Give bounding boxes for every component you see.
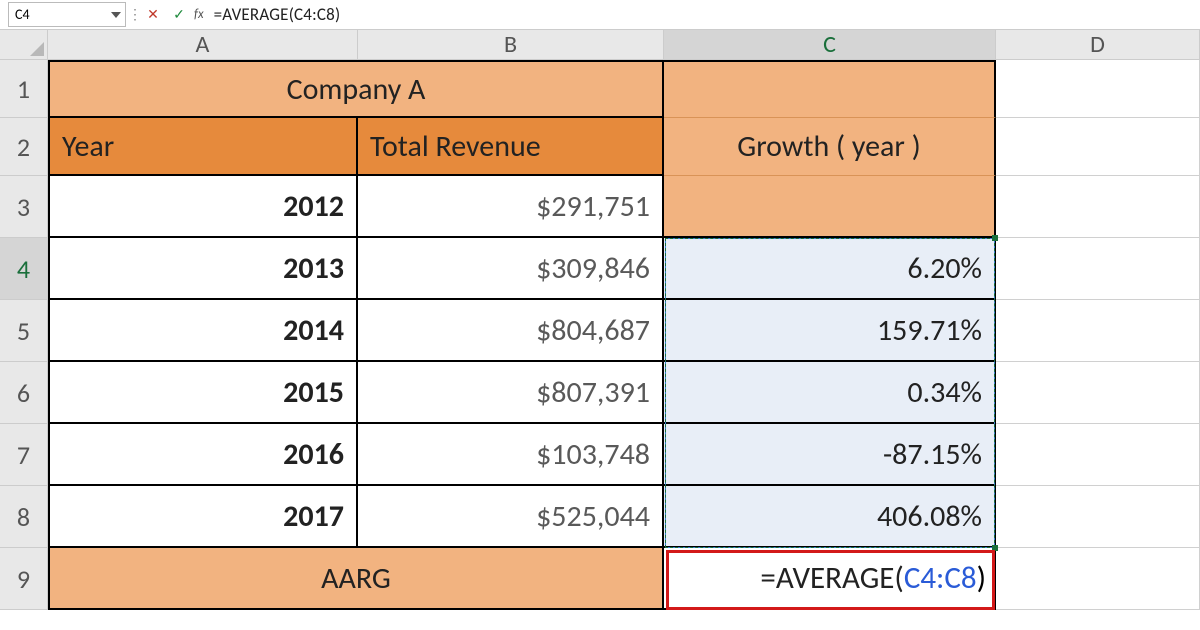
cell-c7[interactable]: -87.15% <box>664 424 996 486</box>
check-icon: ✓ <box>173 6 185 23</box>
cell-c8[interactable]: 406.08% <box>664 486 996 548</box>
cell-b6[interactable]: $807,391 <box>358 362 664 424</box>
cell-d3[interactable] <box>996 176 1200 238</box>
col-header-d[interactable]: D <box>996 30 1200 60</box>
row-header-2[interactable]: 2 <box>0 118 48 176</box>
row-3: 3 2012 $291,751 <box>0 176 1200 238</box>
header-year: Year <box>62 128 114 165</box>
cell-d7[interactable] <box>996 424 1200 486</box>
col-header-b[interactable]: B <box>358 30 664 60</box>
col-header-c[interactable]: C <box>664 30 996 60</box>
row-header-1[interactable]: 1 <box>0 60 48 118</box>
row-header-9[interactable]: 9 <box>0 548 48 610</box>
row-header-5[interactable]: 5 <box>0 300 48 362</box>
cell-d4[interactable] <box>996 238 1200 300</box>
cell-a8[interactable]: 2017 <box>48 486 358 548</box>
cell-d2[interactable] <box>996 118 1200 176</box>
fx-icon[interactable]: fx <box>192 0 208 29</box>
row-1: 1 Company A <box>0 60 1200 118</box>
cell-d1[interactable] <box>996 60 1200 118</box>
formula-input[interactable]: =AVERAGE(C4:C8) <box>208 0 1200 29</box>
cell-a4[interactable]: 2013 <box>48 238 358 300</box>
row-header-3[interactable]: 3 <box>0 176 48 238</box>
cell-a9-b9[interactable]: AARG <box>48 548 664 610</box>
cell-b3[interactable]: $291,751 <box>358 176 664 238</box>
header-revenue: Total Revenue <box>370 128 541 165</box>
cell-a6[interactable]: 2015 <box>48 362 358 424</box>
spreadsheet-grid: A B C D 1 Company A 2 Year Total Revenue… <box>0 30 1200 610</box>
row-2: 2 Year Total Revenue Growth ( year ) <box>0 118 1200 176</box>
row-header-6[interactable]: 6 <box>0 362 48 424</box>
formula-bar: C4 ⋮ ✕ ✓ fx =AVERAGE(C4:C8) <box>0 0 1200 30</box>
cell-b2[interactable]: Total Revenue <box>358 118 664 176</box>
cell-c2[interactable]: Growth ( year ) <box>664 118 996 176</box>
chevron-down-icon[interactable] <box>107 12 125 18</box>
cell-c6[interactable]: 0.34% <box>664 362 996 424</box>
cell-a1-b1[interactable]: Company A <box>48 60 664 118</box>
cell-c3[interactable] <box>664 176 996 238</box>
row-9: 9 AARG =AVERAGE(C4:C8) <box>0 548 1200 610</box>
name-box[interactable]: C4 <box>8 2 126 27</box>
formula-text: =AVERAGE(C4:C8) <box>214 4 341 25</box>
selection-handle <box>992 235 998 241</box>
cell-c1[interactable] <box>664 60 996 118</box>
cell-a3[interactable]: 2012 <box>48 176 358 238</box>
cell-c5[interactable]: 159.71% <box>664 300 996 362</box>
cell-c4[interactable]: 6.20% <box>664 238 996 300</box>
cell-d9[interactable] <box>996 548 1200 610</box>
header-growth: Growth ( year ) <box>737 128 920 165</box>
cell-d8[interactable] <box>996 486 1200 548</box>
cell-a7[interactable]: 2016 <box>48 424 358 486</box>
selection-handle <box>992 545 998 551</box>
cell-a2[interactable]: Year <box>48 118 358 176</box>
row-6: 6 2015 $807,391 0.34% <box>0 362 1200 424</box>
select-all-corner[interactable] <box>0 30 48 60</box>
company-title: Company A <box>287 71 426 108</box>
c9-formula-text: =AVERAGE(C4:C8) <box>760 559 986 597</box>
name-box-value: C4 <box>9 6 107 23</box>
cell-b7[interactable]: $103,748 <box>358 424 664 486</box>
column-header-row: A B C D <box>0 30 1200 60</box>
cancel-button[interactable]: ✕ <box>140 0 166 29</box>
cell-b8[interactable]: $525,044 <box>358 486 664 548</box>
cell-c9[interactable]: =AVERAGE(C4:C8) <box>664 548 996 610</box>
cell-a5[interactable]: 2014 <box>48 300 358 362</box>
col-header-a[interactable]: A <box>48 30 358 60</box>
row-4: 4 2013 $309,846 6.20% <box>0 238 1200 300</box>
accept-button[interactable]: ✓ <box>166 0 192 29</box>
row-header-8[interactable]: 8 <box>0 486 48 548</box>
cell-b5[interactable]: $804,687 <box>358 300 664 362</box>
cell-d6[interactable] <box>996 362 1200 424</box>
cell-b4[interactable]: $309,846 <box>358 238 664 300</box>
aarg-label: AARG <box>321 560 391 597</box>
row-7: 7 2016 $103,748 -87.15% <box>0 424 1200 486</box>
row-header-4[interactable]: 4 <box>0 238 48 300</box>
separator: ⋮ <box>130 0 140 29</box>
cancel-icon: ✕ <box>147 6 159 23</box>
row-8: 8 2017 $525,044 406.08% <box>0 486 1200 548</box>
cell-d5[interactable] <box>996 300 1200 362</box>
row-header-7[interactable]: 7 <box>0 424 48 486</box>
row-5: 5 2014 $804,687 159.71% <box>0 300 1200 362</box>
